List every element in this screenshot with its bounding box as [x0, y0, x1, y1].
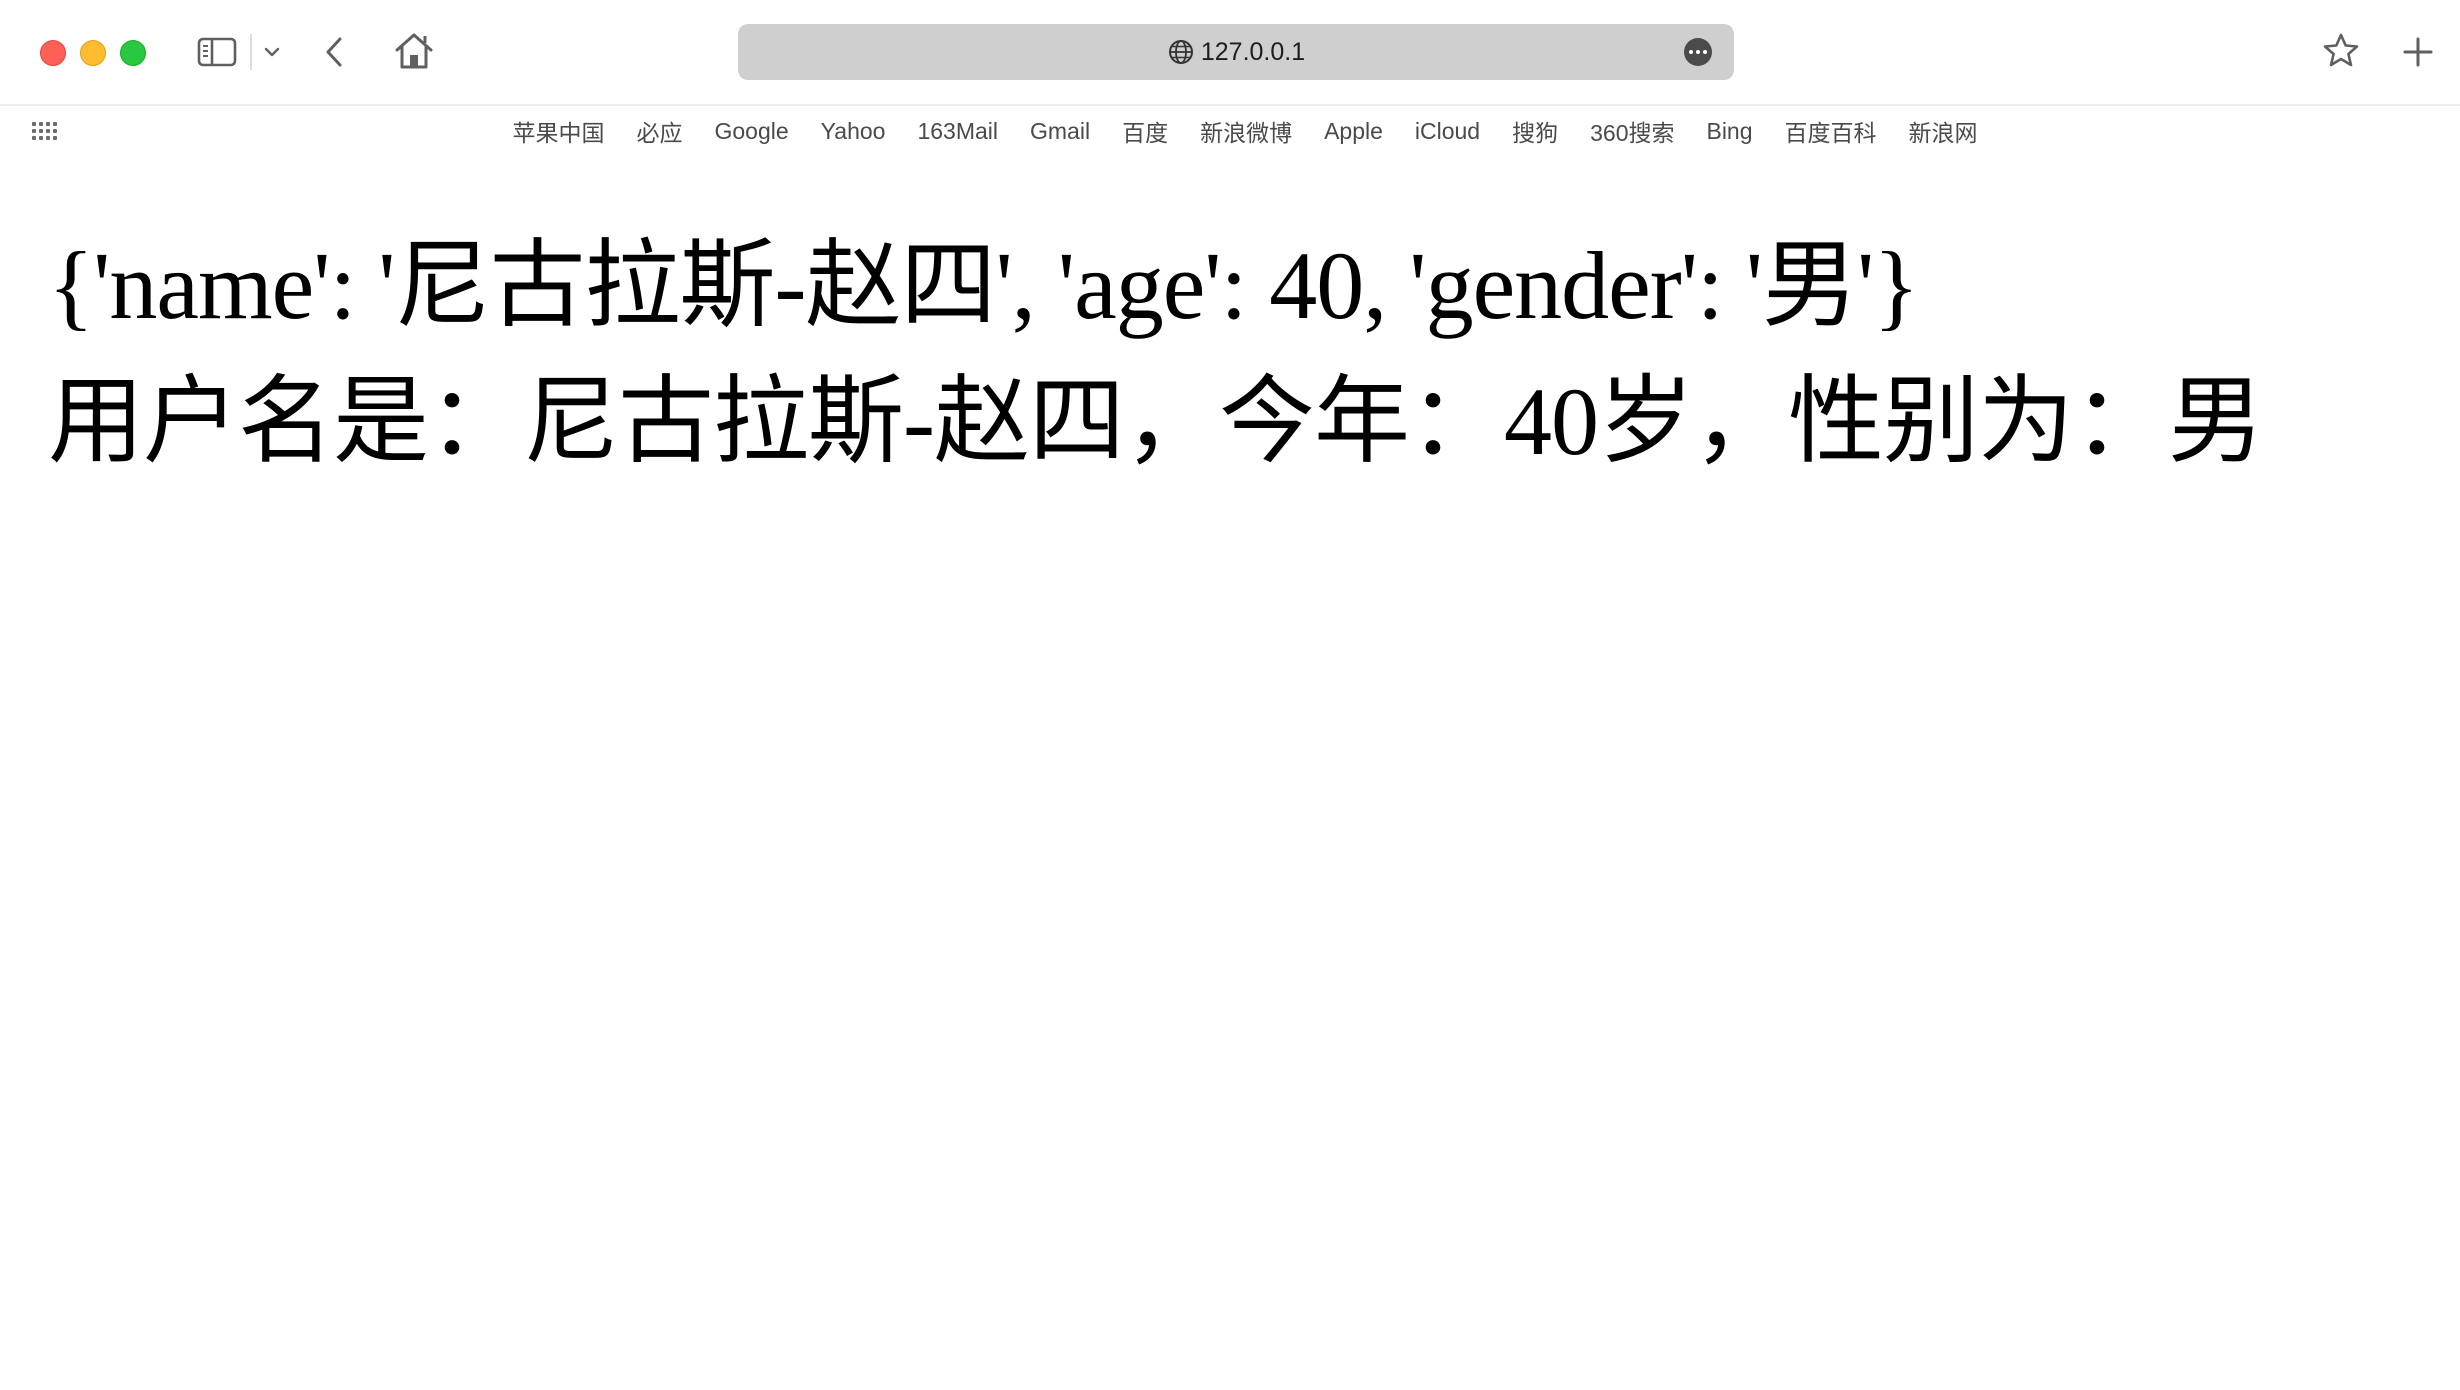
bookmark-item[interactable]: 必应: [636, 114, 682, 148]
bookmark-item[interactable]: Gmail: [1030, 118, 1090, 145]
bookmark-item[interactable]: Yahoo: [821, 118, 886, 145]
browser-toolbar: 127.0.0.1: [0, 0, 2460, 106]
bookmark-item[interactable]: 苹果中国: [512, 114, 604, 148]
close-window-button[interactable]: [40, 40, 66, 66]
bookmark-item[interactable]: 百度: [1122, 114, 1168, 148]
chevron-down-icon: [264, 47, 280, 57]
address-bar[interactable]: 127.0.0.1: [738, 24, 1734, 80]
new-tab-button[interactable]: [2398, 32, 2438, 72]
toolbar-divider: [250, 34, 252, 70]
bookmark-item[interactable]: Apple: [1324, 118, 1383, 145]
bookmark-item[interactable]: 360搜索: [1590, 114, 1674, 148]
sidebar-icon: [197, 37, 237, 67]
bookmark-item[interactable]: 百度百科: [1785, 114, 1877, 148]
bookmark-item[interactable]: Bing: [1706, 118, 1752, 145]
bookmark-item[interactable]: Google: [714, 118, 788, 145]
sentence-output-line: 用户名是：尼古拉斯-赵四，今年：40岁，性别为：男: [48, 368, 2264, 475]
star-icon: [2323, 33, 2359, 67]
back-button[interactable]: [318, 32, 350, 72]
bookmark-star-button[interactable]: [2320, 30, 2362, 72]
bookmarks-list: 苹果中国 必应 Google Yahoo 163Mail Gmail 百度 新浪…: [482, 114, 1977, 148]
dict-output-line: {'name': '尼古拉斯-赵四', 'age': 40, 'gender':…: [48, 232, 1919, 339]
more-dot-icon: [1703, 50, 1707, 54]
page-content: {'name': '尼古拉斯-赵四', 'age': 40, 'gender':…: [48, 218, 2428, 490]
bookmark-item[interactable]: 搜狗: [1512, 114, 1558, 148]
maximize-window-button[interactable]: [120, 40, 146, 66]
url-text: 127.0.0.1: [1200, 37, 1306, 66]
home-button[interactable]: [390, 28, 438, 74]
sidebar-menu-button[interactable]: [260, 40, 284, 64]
minimize-window-button[interactable]: [80, 40, 106, 66]
bookmark-item[interactable]: iCloud: [1415, 118, 1480, 145]
chevron-left-icon: [326, 37, 342, 67]
more-dot-icon: [1689, 50, 1693, 54]
page-menu-button[interactable]: [1684, 38, 1712, 66]
globe-icon: [1168, 40, 1193, 64]
home-icon: [395, 33, 433, 69]
bookmark-item[interactable]: 163Mail: [917, 118, 998, 145]
bookmark-item[interactable]: 新浪微博: [1200, 114, 1292, 148]
bookmark-item[interactable]: 新浪网: [1909, 114, 1978, 148]
more-dot-icon: [1696, 50, 1700, 54]
plus-icon: [2403, 37, 2433, 67]
sidebar-toggle-button[interactable]: [196, 32, 238, 72]
bookmarks-bar: 苹果中国 必应 Google Yahoo 163Mail Gmail 百度 新浪…: [0, 106, 2460, 156]
